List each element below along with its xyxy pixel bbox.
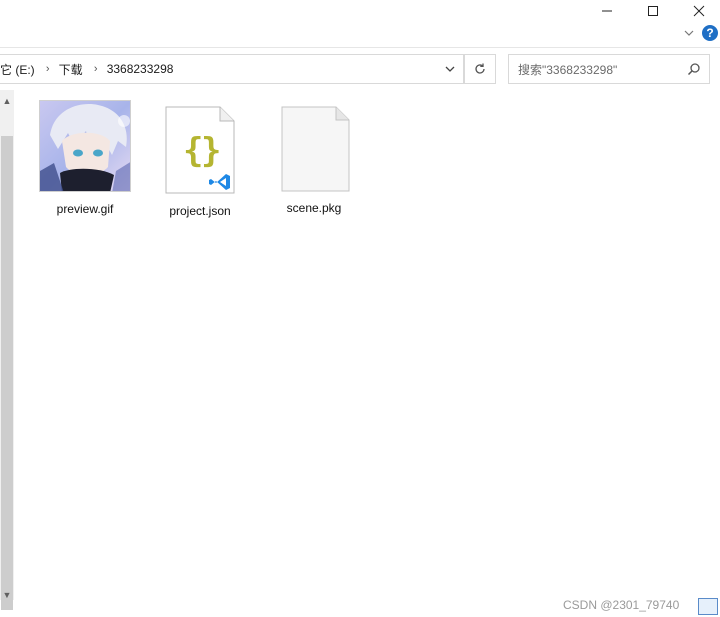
- address-history-chevron-down-icon[interactable]: [443, 62, 457, 76]
- watermark: CSDN @2301_79740: [563, 598, 680, 612]
- json-vscode-file-icon: { }: [164, 106, 236, 194]
- breadcrumb-downloads[interactable]: 下载: [55, 61, 89, 78]
- search-icon[interactable]: [687, 62, 701, 76]
- scroll-up-arrow-icon[interactable]: ▲: [0, 90, 14, 112]
- breadcrumb-chevron-icon[interactable]: ›: [41, 63, 55, 75]
- search-input[interactable]: 搜索"3368233298": [508, 54, 710, 84]
- file-name: preview.gif: [56, 202, 114, 216]
- close-icon: [693, 5, 705, 17]
- refresh-button[interactable]: [464, 54, 496, 84]
- breadcrumb-drive[interactable]: 它 (E:): [0, 61, 41, 78]
- maximize-button[interactable]: [630, 0, 676, 22]
- file-item-project-json[interactable]: { } project.json: [152, 100, 248, 218]
- breadcrumb-current-folder[interactable]: 3368233298: [103, 62, 180, 76]
- maximize-icon: [648, 6, 658, 16]
- navigation-pane-scrollbar[interactable]: ▲ ▼: [0, 90, 14, 610]
- file-item-scene-pkg[interactable]: scene.pkg: [266, 100, 362, 215]
- blank-file-icon: [278, 106, 350, 194]
- navigation-bar: 它 (E:) › 下载 › 3368233298 搜索"3368233298": [0, 48, 720, 90]
- expand-ribbon-chevron-down-icon[interactable]: [682, 26, 696, 40]
- close-button[interactable]: [676, 0, 720, 22]
- refresh-icon: [475, 63, 485, 74]
- breadcrumb-chevron-icon[interactable]: ›: [89, 63, 103, 75]
- minimize-button[interactable]: [584, 0, 630, 22]
- svg-text:}: }: [201, 131, 221, 171]
- file-name: project.json: [169, 204, 231, 218]
- ribbon-strip: ?: [0, 22, 720, 48]
- minimize-icon: [602, 10, 612, 12]
- file-item-preview-gif[interactable]: preview.gif: [37, 100, 133, 216]
- large-icons-view-toggle-icon[interactable]: [698, 598, 718, 615]
- scrollbar-thumb[interactable]: [1, 136, 13, 610]
- address-bar[interactable]: 它 (E:) › 下载 › 3368233298: [0, 54, 464, 84]
- scroll-down-arrow-icon[interactable]: ▼: [0, 584, 14, 606]
- search-placeholder: 搜索"3368233298": [518, 62, 618, 77]
- gif-thumbnail-icon: [39, 100, 131, 192]
- help-icon[interactable]: ?: [702, 25, 718, 41]
- title-bar: [0, 0, 720, 22]
- file-name: scene.pkg: [286, 201, 342, 215]
